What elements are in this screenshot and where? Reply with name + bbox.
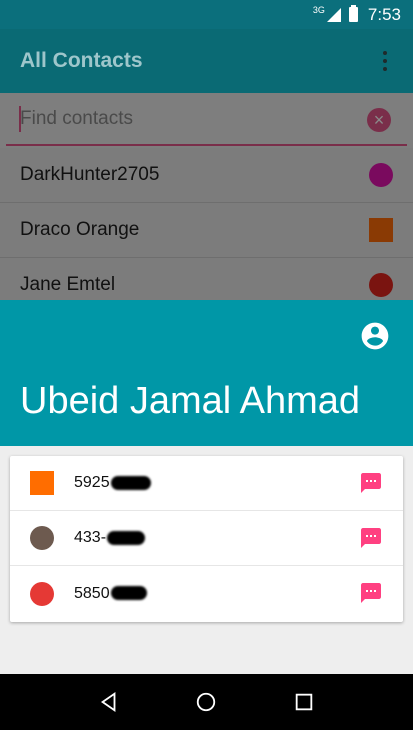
phone-number: 5925 xyxy=(74,474,151,492)
battery-icon xyxy=(348,5,358,22)
signal-icon xyxy=(326,7,341,22)
phone-numbers-card: 5925 433- 5850 xyxy=(10,456,403,622)
list-item[interactable]: Jane Emtel xyxy=(0,258,413,300)
phone-row[interactable]: 5925 xyxy=(10,456,403,511)
contact-color-marker xyxy=(369,218,393,242)
app-title: All Contacts xyxy=(20,49,143,72)
contact-color-marker xyxy=(369,273,393,297)
redaction xyxy=(107,530,146,545)
contact-color-marker xyxy=(369,163,393,187)
number-color-marker xyxy=(30,471,54,495)
list-item[interactable]: DarkHunter2705 xyxy=(0,148,413,203)
status-time: 7:53 xyxy=(367,4,401,24)
home-icon[interactable] xyxy=(195,691,217,713)
phone-number: 5850 xyxy=(74,585,147,603)
phone-row[interactable]: 5850 xyxy=(10,566,403,621)
number-color-marker xyxy=(30,526,54,550)
clear-icon[interactable]: × xyxy=(367,108,391,132)
phone-row[interactable]: 433- xyxy=(10,511,403,566)
search-bar: × xyxy=(0,93,413,148)
phone-number: 433- xyxy=(74,529,146,547)
message-icon[interactable] xyxy=(359,581,383,605)
contact-name: Draco Orange xyxy=(20,219,140,240)
status-bar: 3G 7:53 xyxy=(0,0,413,29)
back-icon[interactable] xyxy=(98,691,120,713)
contact-detail-header: Ubeid Jamal Ahmad xyxy=(0,300,413,446)
redaction xyxy=(110,475,151,490)
navigation-bar xyxy=(0,674,413,730)
contact-detail-body: 5925 433- 5850 xyxy=(0,446,413,674)
app-bar: All Contacts xyxy=(0,29,413,93)
list-item[interactable]: Draco Orange xyxy=(0,203,413,258)
search-input[interactable] xyxy=(6,93,407,146)
more-vert-icon[interactable] xyxy=(377,51,393,71)
account-circle-icon[interactable] xyxy=(359,320,391,352)
contact-name: Jane Emtel xyxy=(20,274,116,295)
contact-detail-name: Ubeid Jamal Ahmad xyxy=(20,380,361,422)
message-icon[interactable] xyxy=(359,526,383,550)
contact-list: DarkHunter2705 Draco Orange Jane Emtel xyxy=(0,148,413,300)
number-color-marker xyxy=(30,581,54,606)
redaction xyxy=(110,586,147,601)
contact-name: DarkHunter2705 xyxy=(20,164,160,185)
recents-icon[interactable] xyxy=(293,691,315,713)
text-cursor xyxy=(19,106,21,132)
message-icon[interactable] xyxy=(359,471,383,495)
network-type: 3G xyxy=(312,4,325,15)
